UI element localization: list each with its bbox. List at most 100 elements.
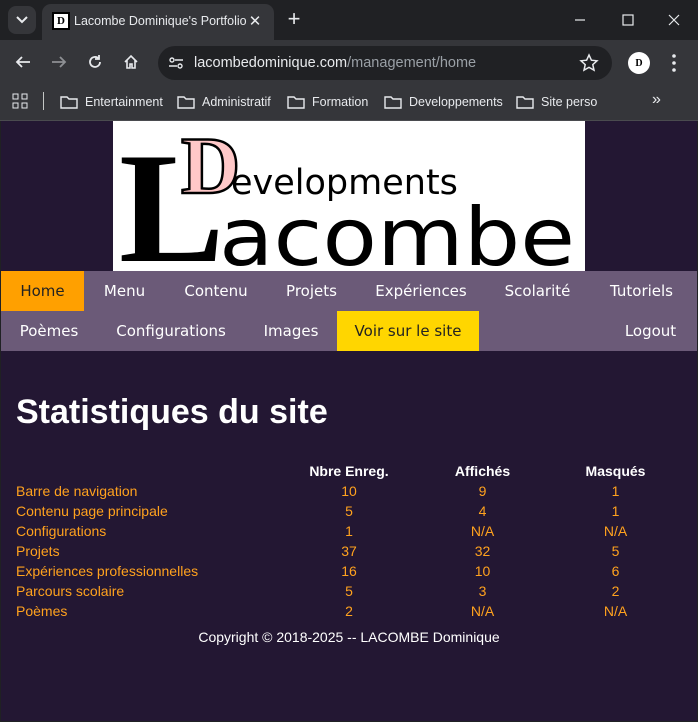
browser-tab-bar: D Lacombe Dominique's Portfolio ✕ +: [0, 0, 698, 40]
displayed-count: 32: [474, 543, 491, 559]
folder-icon: [177, 96, 195, 109]
reload-button[interactable]: [83, 50, 107, 74]
row-label: Poèmes: [16, 603, 68, 619]
nav-contenu[interactable]: Contenu: [165, 271, 267, 311]
table-row: Configurations 1 N/A N/A: [16, 521, 683, 541]
nav-configurations[interactable]: Configurations: [97, 311, 245, 351]
records-count: 10: [341, 483, 357, 499]
records-count: 37: [341, 543, 357, 559]
table-row: Barre de navigation 10 9 1: [16, 481, 683, 501]
more-options-icon[interactable]: [666, 52, 682, 74]
nav-tutoriels[interactable]: Tutoriels: [589, 271, 694, 311]
row-label: Projets: [16, 543, 60, 559]
folder-icon: [287, 96, 305, 109]
bookmark-formation[interactable]: Formation: [287, 91, 368, 113]
close-window-icon[interactable]: [664, 10, 684, 30]
table-row: Contenu page principale 5 4 1: [16, 501, 683, 521]
row-label: Contenu page principale: [16, 503, 168, 519]
chevron-down-icon: [16, 16, 28, 24]
reload-icon: [89, 55, 101, 68]
nav-voir-sur-le-site[interactable]: Voir sur le site: [337, 311, 479, 351]
tab-title: Lacombe Dominique's Portfolio: [74, 14, 247, 28]
nav-projets[interactable]: Projets: [267, 271, 356, 311]
row-label: Parcours scolaire: [16, 583, 125, 599]
displayed-count: 4: [478, 503, 487, 519]
bookmark-label: Site perso: [541, 95, 598, 109]
folder-icon: [60, 96, 78, 109]
site-favicon-icon: D: [52, 12, 70, 30]
nav-logout[interactable]: Logout: [604, 311, 697, 351]
table-row: Projets 37 32 5: [16, 541, 683, 561]
records-count: 2: [345, 603, 353, 619]
records-count: 5: [345, 503, 353, 519]
new-tab-button[interactable]: +: [283, 8, 305, 30]
hidden-count: 1: [611, 503, 620, 519]
bookmark-label: Administratif: [202, 95, 271, 109]
copyright-footer: Copyright © 2018-2025 -- LACOMBE Dominiq…: [198, 629, 500, 645]
displayed-count: N/A: [470, 603, 495, 619]
bookmark-developpements[interactable]: Developpements: [384, 91, 503, 113]
nav-menu[interactable]: Menu: [84, 271, 165, 311]
profile-avatar[interactable]: D: [628, 52, 650, 74]
nav-scolarite[interactable]: Scolarité: [486, 271, 589, 311]
home-icon: [124, 54, 138, 69]
records-count: 16: [341, 563, 357, 579]
url-path: /management/home: [347, 55, 477, 71]
minimize-icon[interactable]: [570, 10, 590, 30]
back-arrow-icon: [15, 56, 30, 68]
records-count: 5: [345, 583, 353, 599]
bookmark-administratif[interactable]: Administratif: [177, 91, 271, 113]
forward-button[interactable]: [47, 50, 71, 74]
displayed-count: N/A: [470, 523, 495, 539]
statistics-table: Nbre Enreg. Affichés Masqués Barre de na…: [16, 461, 683, 621]
more-bookmarks-icon[interactable]: »: [652, 91, 661, 109]
tab-search-button[interactable]: [8, 6, 36, 34]
bookmark-label: Developpements: [409, 95, 503, 109]
nav-images[interactable]: Images: [245, 311, 337, 351]
displayed-count: 3: [478, 583, 487, 599]
site-navigation: Home Menu Contenu Projets Expériences Sc…: [1, 271, 697, 351]
hidden-count: 2: [611, 583, 620, 599]
forward-arrow-icon: [52, 56, 67, 68]
site-info-button[interactable]: [164, 51, 188, 75]
nav-experiences[interactable]: Expériences: [356, 271, 486, 311]
folder-icon: [384, 96, 402, 109]
nav-poemes[interactable]: Poèmes: [1, 311, 97, 351]
page-title: Statistiques du site: [16, 393, 328, 431]
table-header-row: Nbre Enreg. Affichés Masqués: [16, 461, 683, 481]
close-tab-icon[interactable]: ✕: [246, 13, 264, 31]
row-label: Configurations: [16, 523, 107, 539]
apps-grid-icon[interactable]: [12, 93, 28, 109]
bookmark-site-perso[interactable]: Site perso: [516, 91, 597, 113]
hidden-count: 5: [611, 543, 620, 559]
column-header-records: Nbre Enreg.: [309, 463, 389, 479]
hidden-count: N/A: [603, 523, 628, 539]
url-text: lacombedominique.com/management/home: [194, 55, 476, 71]
back-button[interactable]: [11, 50, 35, 74]
nav-home[interactable]: Home: [1, 271, 84, 311]
browser-tab[interactable]: D Lacombe Dominique's Portfolio ✕: [42, 4, 274, 40]
column-header-displayed: Affichés: [454, 463, 511, 479]
displayed-count: 9: [478, 483, 487, 499]
folder-icon: [516, 96, 534, 109]
table-row: Expériences professionnelles 16 10 6: [16, 561, 683, 581]
displayed-count: 10: [474, 563, 491, 579]
browser-toolbar: lacombedominique.com/management/home D: [0, 40, 698, 85]
row-label: Expériences professionnelles: [16, 563, 199, 579]
column-header-label: [16, 461, 281, 481]
hidden-count: 6: [611, 563, 620, 579]
table-row: Poèmes 2 N/A N/A: [16, 601, 683, 621]
site-logo[interactable]: L D evelopments acombe: [113, 121, 585, 271]
bookmark-star-icon[interactable]: [578, 52, 600, 74]
records-count: 1: [345, 523, 353, 539]
address-bar[interactable]: lacombedominique.com/management/home: [158, 46, 612, 80]
page-content: L D evelopments acombe Home Menu Contenu…: [1, 121, 697, 721]
bookmark-label: Entertainment: [85, 95, 163, 109]
bookmarks-bar: Entertainment Administratif Formation De…: [0, 85, 698, 121]
bookmark-entertainment[interactable]: Entertainment: [60, 91, 163, 113]
home-button[interactable]: [119, 50, 143, 74]
maximize-icon[interactable]: [618, 10, 638, 30]
hidden-count: 1: [611, 483, 620, 499]
row-label: Barre de navigation: [16, 483, 138, 499]
column-header-hidden: Masqués: [585, 463, 646, 479]
